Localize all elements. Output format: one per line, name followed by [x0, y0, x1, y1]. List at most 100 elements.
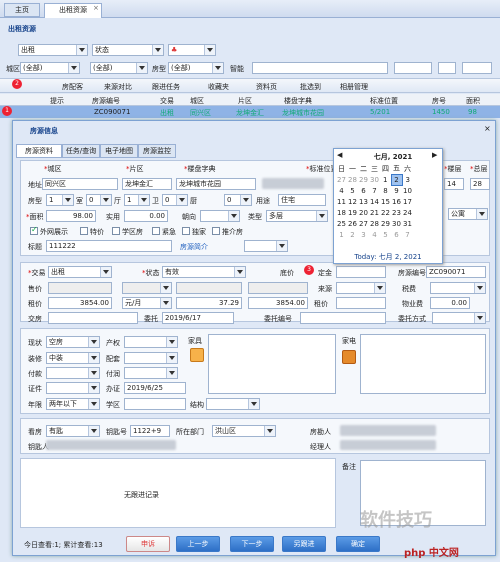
day-cell[interactable]: 23 — [391, 207, 402, 218]
commission-no-input[interactable] — [300, 312, 386, 324]
day-cell[interactable]: 24 — [402, 207, 413, 218]
day-cell[interactable]: 22 — [380, 207, 391, 218]
chevron-down-icon[interactable] — [91, 340, 97, 344]
filter-tag[interactable]: ♣ — [168, 44, 216, 56]
day-cell[interactable]: 29 — [358, 174, 369, 185]
rent-unit[interactable]: 元/月 — [122, 297, 172, 309]
trade-select[interactable]: 出租 — [48, 266, 112, 278]
furniture-box[interactable] — [208, 334, 336, 394]
check-recommend[interactable] — [212, 227, 220, 235]
next-button[interactable]: 下一步 — [230, 536, 274, 552]
chevron-down-icon[interactable] — [267, 429, 273, 433]
day-cell[interactable]: 12 — [347, 196, 358, 207]
chevron-down-icon[interactable] — [169, 356, 175, 360]
rent-price-input[interactable] — [336, 297, 386, 309]
price-input[interactable] — [48, 282, 112, 294]
chevron-down-icon[interactable] — [91, 402, 97, 406]
toolbar-item[interactable]: 收藏夹 — [208, 82, 229, 92]
key-select[interactable]: 有匙 — [46, 425, 100, 437]
day-cell[interactable]: 10 — [402, 185, 413, 196]
code-input[interactable]: ZC090071 — [426, 266, 486, 278]
calendar-title[interactable]: 七月, 2021 — [358, 152, 428, 162]
day-cell[interactable]: 11 — [336, 196, 347, 207]
prev-month-icon[interactable]: ◀ — [337, 151, 342, 159]
chevron-down-icon[interactable] — [91, 356, 97, 360]
day-cell[interactable]: 7 — [402, 229, 413, 240]
status-now-select[interactable]: 空房 — [46, 336, 100, 348]
tab-monitor[interactable]: 房源监控 — [138, 144, 176, 158]
chevron-down-icon[interactable] — [71, 66, 77, 70]
period-select[interactable]: 两年以下 — [46, 398, 100, 410]
chevron-down-icon[interactable] — [179, 198, 185, 202]
appliance-icon[interactable] — [342, 350, 356, 364]
office-input[interactable]: 2019/6/25 — [124, 382, 186, 394]
cert-select[interactable] — [46, 382, 100, 394]
config-select[interactable] — [124, 352, 178, 364]
chevron-down-icon[interactable] — [91, 371, 97, 375]
floor-input[interactable]: 14 — [444, 178, 464, 190]
close-icon[interactable]: × — [93, 4, 99, 12]
chevron-down-icon[interactable] — [163, 301, 169, 305]
day-cell[interactable]: 8 — [380, 185, 391, 196]
day-cell[interactable]: 18 — [336, 207, 347, 218]
rent-input[interactable]: 3854.00 — [48, 297, 112, 309]
toolbar-item[interactable]: 资料页 — [256, 82, 277, 92]
toolbar-item[interactable]: 来源对比 — [104, 82, 132, 92]
usage-input[interactable]: 住宅 — [278, 194, 326, 206]
prev-button[interactable]: 上一步 — [176, 536, 220, 552]
day-cell[interactable]: 6 — [391, 229, 402, 240]
actual-input[interactable]: 0.00 — [124, 210, 168, 222]
day-cell[interactable]: 28 — [369, 218, 380, 229]
check-school[interactable] — [112, 227, 120, 235]
day-cell[interactable]: 6 — [358, 185, 369, 196]
district-input[interactable]: 同兴区 — [42, 178, 118, 190]
total-floor-input[interactable]: 28 — [470, 178, 490, 190]
day-cell[interactable]: 30 — [391, 218, 402, 229]
day-cell[interactable]: 20 — [358, 207, 369, 218]
next-month-icon[interactable]: ▶ — [432, 151, 437, 159]
day-cell[interactable]: 2 — [347, 229, 358, 240]
toolbar-item[interactable]: 批选到 — [300, 82, 321, 92]
day-cell[interactable]: 19 — [347, 207, 358, 218]
day-cell[interactable]: 26 — [347, 218, 358, 229]
tab-task[interactable]: 任务/查询 — [62, 144, 100, 158]
road-select[interactable] — [124, 367, 178, 379]
tax-select[interactable] — [430, 282, 486, 294]
type-select[interactable]: 多层 — [266, 210, 328, 222]
chevron-down-icon[interactable] — [479, 212, 485, 216]
chevron-down-icon[interactable] — [477, 286, 483, 290]
tab-home[interactable]: 主页 — [4, 3, 40, 17]
chevron-down-icon[interactable] — [163, 286, 169, 290]
intro-select[interactable] — [244, 240, 288, 252]
day-cell[interactable]: 15 — [380, 196, 391, 207]
toolbar-item[interactable]: 房配客 — [62, 82, 83, 92]
confirm-button[interactable]: 确定 — [336, 536, 380, 552]
toilets-select[interactable]: 1 — [124, 194, 150, 206]
chevron-down-icon[interactable] — [279, 244, 285, 248]
furniture-icon[interactable] — [190, 348, 204, 362]
price-unit[interactable] — [122, 282, 172, 294]
day-cell[interactable]: 27 — [358, 218, 369, 229]
estate-input[interactable]: 龙坤城市花园 — [176, 178, 256, 190]
tab-house-info[interactable]: 房源资料 — [16, 144, 62, 158]
check-exclusive[interactable] — [182, 227, 190, 235]
area-input[interactable]: 龙坤金汇 — [122, 178, 172, 190]
followup-button[interactable]: 另跟进 — [282, 536, 326, 552]
day-cell-selected[interactable]: 2 — [390, 173, 403, 186]
chevron-down-icon[interactable] — [237, 270, 243, 274]
status-select[interactable]: 有效 — [162, 266, 246, 278]
day-cell[interactable]: 3 — [402, 174, 413, 185]
structure-select[interactable] — [206, 398, 260, 410]
chevron-down-icon[interactable] — [251, 402, 257, 406]
smart-input-1[interactable] — [252, 62, 388, 74]
filter-status[interactable]: 状态 — [92, 44, 164, 56]
chevron-down-icon[interactable] — [141, 198, 147, 202]
appeal-button[interactable]: 申诉 — [126, 536, 170, 552]
day-cell[interactable]: 27 — [336, 174, 347, 185]
chevron-down-icon[interactable] — [207, 48, 213, 52]
balcony-select[interactable]: 0 — [224, 194, 252, 206]
day-cell[interactable]: 25 — [336, 218, 347, 229]
chevron-down-icon[interactable] — [79, 48, 85, 52]
chevron-down-icon[interactable] — [319, 214, 325, 218]
day-cell[interactable]: 5 — [347, 185, 358, 196]
